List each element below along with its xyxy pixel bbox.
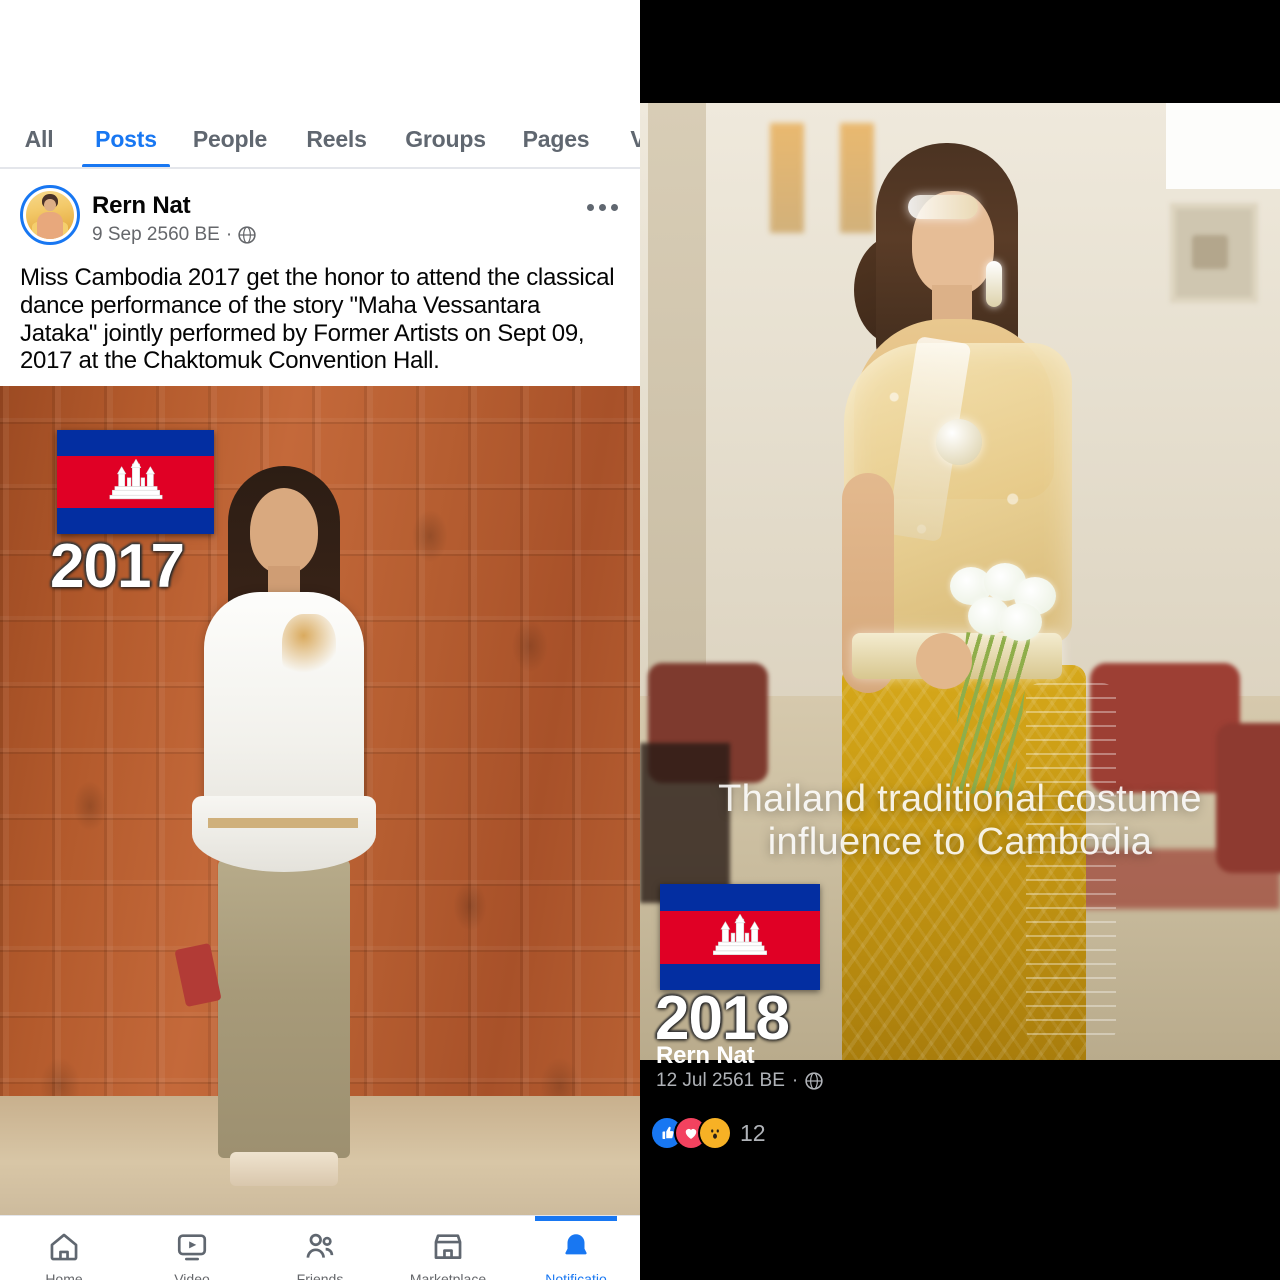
photo-window-light xyxy=(1166,103,1280,189)
tab-pages[interactable]: Pages xyxy=(504,108,608,168)
nav-item-video[interactable]: Video xyxy=(128,1216,256,1280)
reaction-summary[interactable]: 12 xyxy=(652,1118,766,1148)
angkor-wat-icon-2018 xyxy=(713,913,767,955)
reaction-count: 12 xyxy=(740,1119,766,1146)
nav-item-marketplace[interactable]: Marketplace xyxy=(384,1216,512,1280)
tab-groups-label: Groups xyxy=(405,125,486,152)
tab-pages-label: Pages xyxy=(522,125,590,152)
nav-label-friends: Friends xyxy=(296,1271,344,1280)
left-panel-facebook-search: All Posts People Reels Groups Pages V Re… xyxy=(0,0,640,1280)
post-meta-separator: · xyxy=(225,224,233,245)
tab-videos-label: V xyxy=(630,125,640,152)
tab-all[interactable]: All xyxy=(0,108,78,168)
caption-line-1: Thailand traditional costume xyxy=(718,778,1202,820)
post-author-name-right[interactable]: Rern Nat xyxy=(656,1042,755,1070)
post-date: 9 Sep 2560 BE xyxy=(92,224,220,245)
tab-videos-cutoff[interactable]: V xyxy=(608,108,640,168)
tab-people-label: People xyxy=(192,125,268,152)
wow-icon xyxy=(700,1118,730,1148)
tab-reels[interactable]: Reels xyxy=(286,108,387,168)
nav-item-home[interactable]: Home xyxy=(0,1216,128,1280)
ellipsis-icon xyxy=(586,203,594,211)
avatar-image xyxy=(26,191,74,239)
post-author-name[interactable]: Rern Nat xyxy=(92,192,191,220)
post-photo-2017[interactable]: 2017 xyxy=(0,386,640,1216)
nav-label-home: Home xyxy=(45,1271,83,1280)
nav-label-video: Video xyxy=(174,1271,210,1280)
nav-label-notifications: Notificatio xyxy=(545,1271,607,1280)
tab-posts[interactable]: Posts xyxy=(78,108,174,168)
tab-reels-label: Reels xyxy=(306,125,367,152)
post-header: Rern Nat 9 Sep 2560 BE · xyxy=(0,172,640,252)
post-meta: 9 Sep 2560 BE · xyxy=(92,224,256,246)
woman-white-outfit xyxy=(174,466,388,1206)
search-result-tabs[interactable]: All Posts People Reels Groups Pages V xyxy=(0,108,640,168)
caption-line-2: influence to Cambodia xyxy=(767,820,1153,863)
screenshot-root: All Posts People Reels Groups Pages V Re… xyxy=(0,0,1280,1280)
tab-groups[interactable]: Groups xyxy=(387,108,504,168)
photo-column xyxy=(648,103,706,697)
tab-all-label: All xyxy=(24,125,54,152)
active-tab-indicator xyxy=(535,1216,617,1221)
post-date-right: 12 Jul 2561 BE xyxy=(656,1070,785,1091)
cambodia-flag-icon-2017 xyxy=(57,430,214,534)
post-meta-right: 12 Jul 2561 BE · xyxy=(656,1070,823,1092)
post-meta-separator-right: · xyxy=(791,1070,799,1091)
nav-label-marketplace: Marketplace xyxy=(409,1271,487,1280)
angkor-wat-icon xyxy=(109,459,162,500)
year-label-2017: 2017 xyxy=(50,532,185,601)
nav-item-friends[interactable]: Friends xyxy=(256,1216,384,1280)
globe-icon xyxy=(238,226,256,244)
photo-caption-overlay: Thailand traditional costume influence t… xyxy=(640,778,1280,863)
year-label-2018: 2018 xyxy=(655,984,790,1053)
right-panel-post-2018: Thailand traditional costume influence t… xyxy=(640,0,1280,1280)
globe-icon-right xyxy=(805,1072,823,1090)
bottom-navigation-bar[interactable]: Home Video Friends Marketplace Notificat… xyxy=(0,1215,640,1280)
tabbar-divider xyxy=(0,167,640,169)
avatar[interactable] xyxy=(20,185,80,245)
post-options-menu[interactable] xyxy=(582,194,622,220)
home-icon xyxy=(47,1230,81,1264)
photo-wall-frame-inner xyxy=(1192,235,1228,269)
top-blank-area xyxy=(0,0,640,108)
post-body-text: Miss Cambodia 2017 get the honor to atte… xyxy=(20,264,615,375)
tab-people[interactable]: People xyxy=(174,108,286,168)
marketplace-icon xyxy=(431,1230,465,1264)
nav-item-notifications[interactable]: Notificatio xyxy=(512,1216,640,1280)
video-icon xyxy=(175,1230,209,1264)
bell-icon xyxy=(559,1230,593,1264)
tab-posts-label: Posts xyxy=(95,125,157,152)
cambodia-flag-icon-2018 xyxy=(660,884,820,990)
friends-icon xyxy=(303,1230,337,1264)
woman-gold-outfit xyxy=(790,143,1120,1060)
